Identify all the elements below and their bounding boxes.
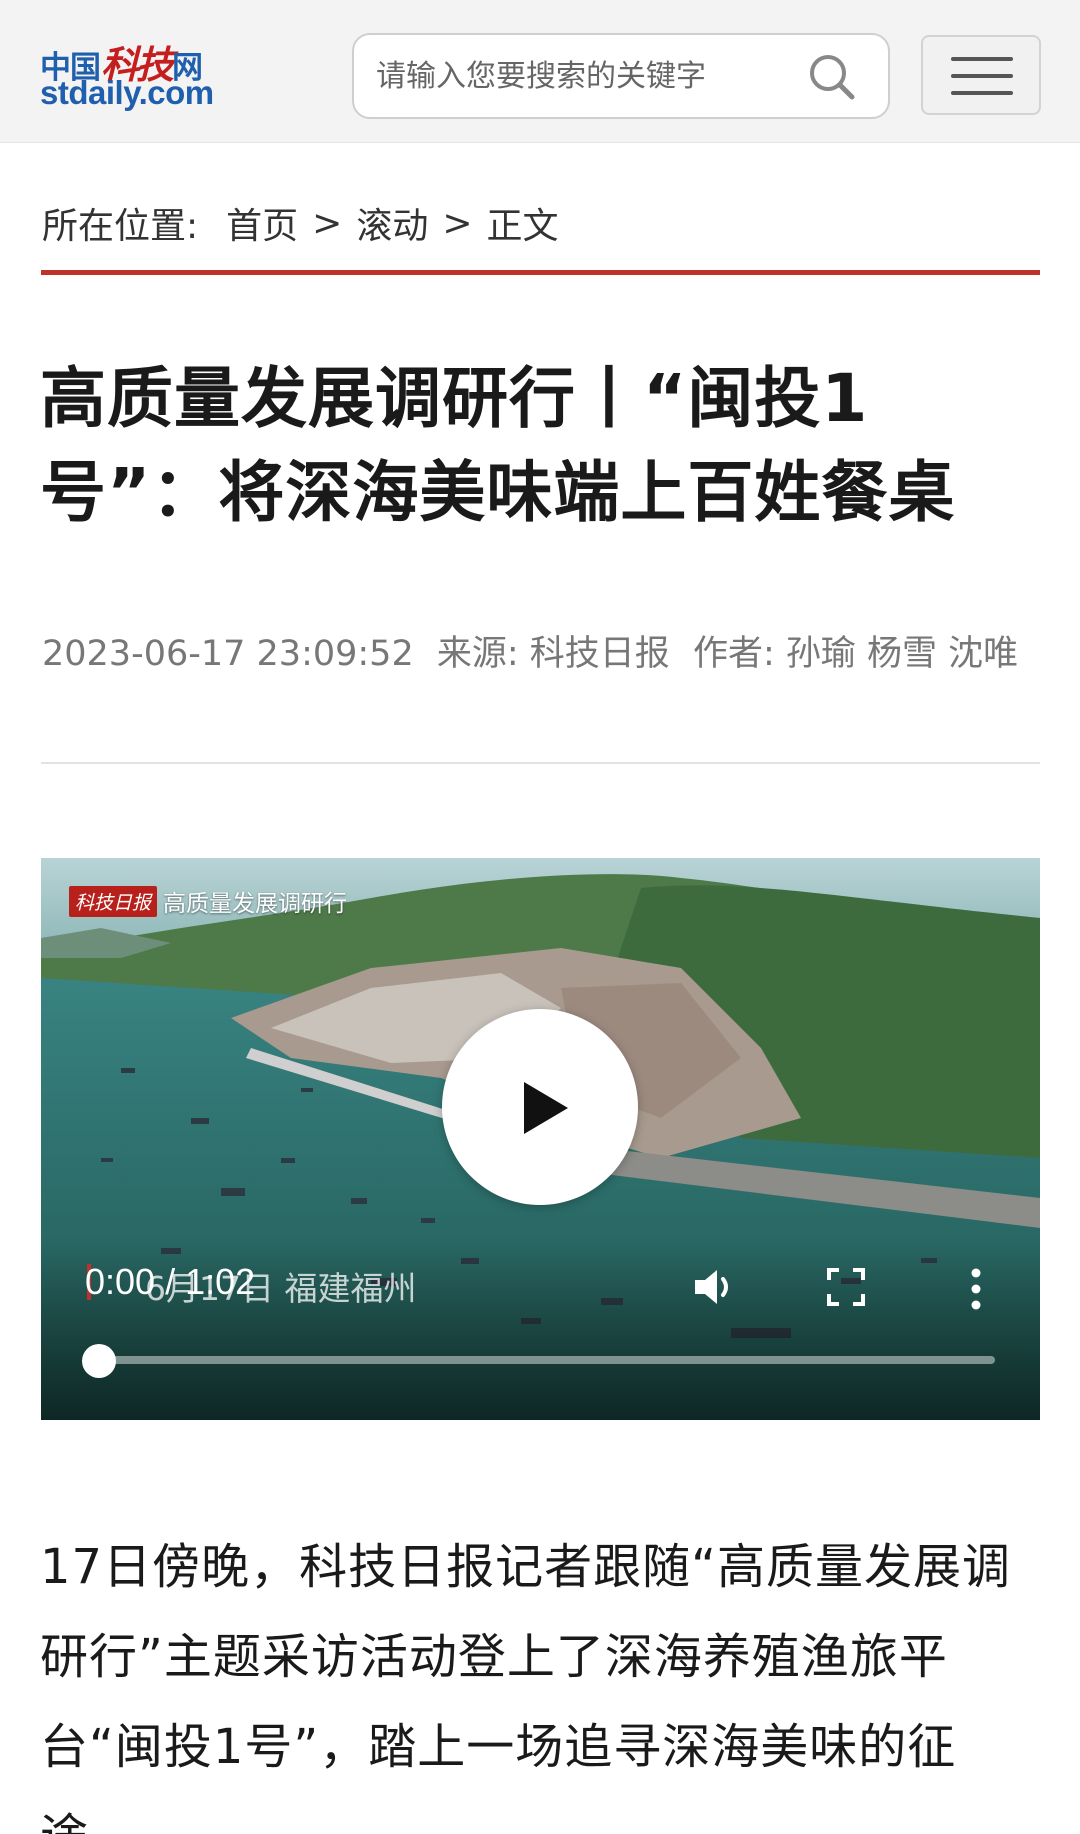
video-player[interactable]: 科技日报 高质量发展调研行 6月17日 福建福州 0:00 / 1:02 (41, 858, 1040, 1420)
menu-line (951, 74, 1013, 78)
breadcrumb-scroll[interactable]: 滚动 (356, 197, 428, 249)
article-datetime: 2023-06-17 23:09:52 (42, 634, 414, 674)
breadcrumb-label: 所在位置: (42, 206, 199, 247)
play-icon (524, 1082, 568, 1134)
search-input[interactable] (376, 53, 796, 99)
logo-url: stdaily.com (40, 74, 214, 111)
breadcrumb-home[interactable]: 首页 (226, 197, 298, 249)
article-title: 高质量发展调研行丨“闽投1号”：将深海美味端上百姓餐桌 (40, 360, 956, 531)
meta-divider (41, 762, 1040, 764)
volume-icon[interactable] (693, 1266, 739, 1308)
more-vertical-icon[interactable] (970, 1268, 982, 1310)
time-display: 0:00 / 1:02 (85, 1261, 256, 1302)
play-button[interactable] (442, 1009, 638, 1205)
logo-chinese: 中国 科技 网 (40, 34, 240, 87)
breadcrumb-current: 正文 (486, 206, 559, 247)
video-badge-title: 高质量发展调研行 (163, 891, 348, 917)
search-icon[interactable] (806, 51, 858, 103)
article-meta: 2023-06-17 23:09:52 来源: 科技日报 作者: 孙瑜 杨雪 沈… (42, 625, 1052, 676)
breadcrumb-divider (41, 270, 1040, 275)
progress-bar[interactable] (99, 1356, 995, 1364)
breadcrumb: 所在位置: 首页 > 滚动 > 正文 (42, 196, 559, 250)
menu-button[interactable] (921, 35, 1041, 115)
breadcrumb-separator: > (442, 202, 473, 244)
progress-knob[interactable] (82, 1344, 116, 1378)
fullscreen-icon[interactable] (827, 1268, 865, 1306)
site-header: 中国 科技 网 stdaily.com (0, 0, 1080, 143)
video-badge: 科技日报 高质量发展调研行 (69, 884, 347, 918)
menu-line (951, 91, 1013, 95)
video-badge-logo: 科技日报 (69, 885, 158, 917)
hamburger-menu-icon (951, 57, 1013, 61)
article-author: 作者: 孙瑜 杨雪 沈唯 (692, 634, 1019, 674)
breadcrumb-separator: > (312, 202, 343, 244)
article-body: 17日傍晚，科技日报记者跟随“高质量发展调研行”主题采访活动登上了深海养殖渔旅平… (40, 1539, 1011, 1834)
article-source: 来源: 科技日报 (436, 634, 670, 674)
site-logo[interactable]: 中国 科技 网 stdaily.com (40, 34, 240, 114)
